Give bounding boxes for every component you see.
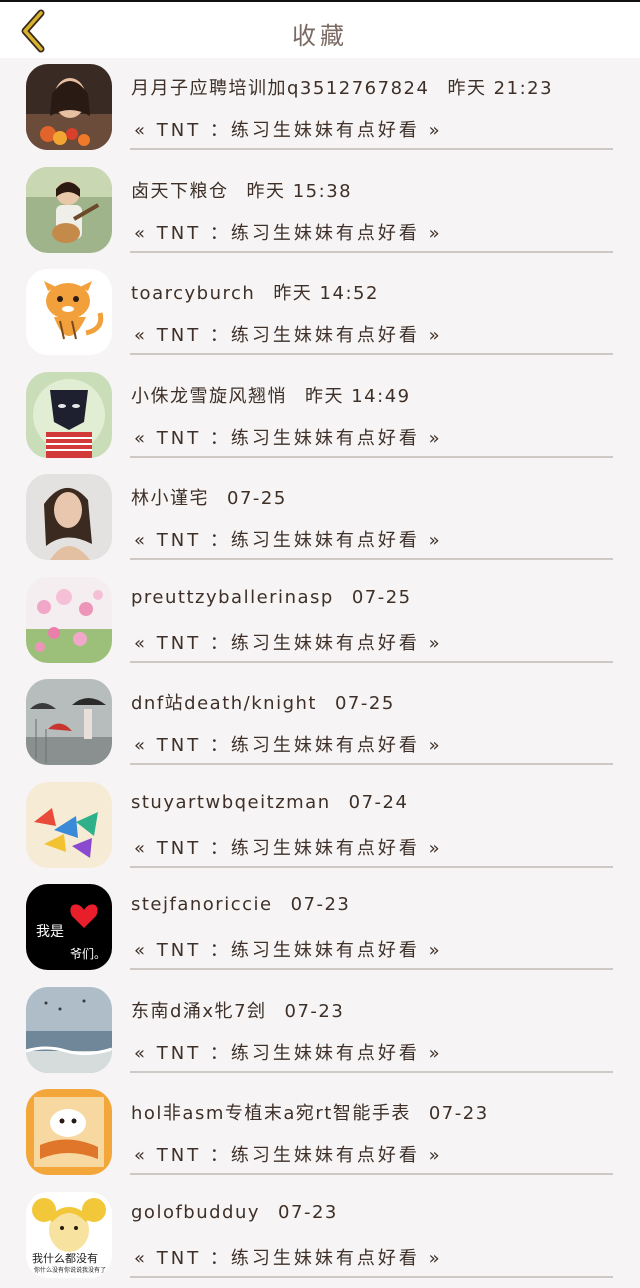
user-name[interactable]: 林小谨宅 (131, 488, 209, 509)
favorite-item[interactable]: hol非asm专植末a宛rt智能手表 07-23 « TNT ：练习生妹妹有点好看… (0, 1083, 640, 1186)
avatar-text: 我是 (36, 924, 64, 940)
favorite-item[interactable]: dnf站death/knight 07-25 « TNT ：练习生妹妹有点好看 » (0, 673, 640, 776)
favorite-item[interactable]: 东南d涌x牝7刽 07-23 « TNT ：练习生妹妹有点好看 » (0, 981, 640, 1084)
divider (130, 1173, 613, 1175)
divider (130, 968, 613, 970)
divider (130, 251, 613, 253)
avatar[interactable] (26, 474, 112, 560)
user-name[interactable]: hol非asm专植末a宛rt智能手表 (131, 1103, 411, 1124)
item-meta: stejfanoriccie 07-23 (131, 894, 350, 915)
user-name[interactable]: stejfanoriccie (131, 894, 273, 915)
user-name[interactable]: 月月子应聘培训加q3512767824 (131, 78, 429, 99)
divider (130, 866, 613, 868)
quoted-post[interactable]: « TNT ：练习生妹妹有点好看 » (134, 731, 443, 757)
top-bar: 收藏 (0, 0, 640, 58)
timestamp: 07-25 (227, 488, 287, 509)
timestamp: 昨天 21:23 (447, 78, 553, 99)
avatar-text: 我什么都没有 (32, 1251, 98, 1265)
divider (130, 1071, 613, 1073)
user-name[interactable]: 卤天下粮仓 (131, 181, 229, 202)
divider (130, 558, 613, 560)
timestamp: 07-23 (291, 894, 351, 915)
item-meta: toarcyburch 昨天 14:52 (131, 279, 379, 305)
avatar[interactable] (26, 64, 112, 150)
item-meta: preuttzyballerinasp 07-25 (131, 587, 412, 608)
item-meta: 林小谨宅 07-25 (131, 484, 287, 510)
timestamp: 昨天 14:49 (305, 386, 411, 407)
item-meta: golofbudduy 07-23 (131, 1202, 338, 1223)
timestamp: 07-25 (335, 693, 395, 714)
user-name[interactable]: 东南d涌x牝7刽 (131, 1001, 267, 1022)
avatar[interactable] (26, 269, 112, 355)
quoted-post[interactable]: « TNT ：练习生妹妹有点好看 » (134, 1039, 443, 1065)
quoted-post[interactable]: « TNT ：练习生妹妹有点好看 » (134, 321, 443, 347)
quoted-post[interactable]: « TNT ：练习生妹妹有点好看 » (134, 526, 443, 552)
item-meta: stuyartwbqeitzman 07-24 (131, 792, 408, 813)
favorite-item[interactable]: stuyartwbqeitzman 07-24 « TNT ：练习生妹妹有点好看 … (0, 776, 640, 879)
avatar-text: 爷们。 (70, 946, 106, 961)
avatar[interactable] (26, 679, 112, 765)
avatar[interactable] (26, 1089, 112, 1175)
timestamp: 07-25 (352, 587, 412, 608)
item-meta: 东南d涌x牝7刽 07-23 (131, 997, 344, 1023)
timestamp: 07-23 (278, 1202, 338, 1223)
user-name[interactable]: toarcyburch (131, 283, 255, 304)
item-meta: 卤天下粮仓昨天 15:38 (131, 177, 352, 203)
quoted-post[interactable]: « TNT ：练习生妹妹有点好看 » (134, 219, 443, 245)
favorite-item[interactable]: 月月子应聘培训加q3512767824 昨天 21:23 « TNT ：练习生妹妹… (0, 58, 640, 161)
timestamp: 07-23 (285, 1001, 345, 1022)
quoted-post[interactable]: « TNT ：练习生妹妹有点好看 » (134, 936, 443, 962)
timestamp: 昨天 15:38 (247, 181, 353, 202)
item-meta: dnf站death/knight 07-25 (131, 689, 395, 715)
timestamp: 07-24 (349, 792, 409, 813)
item-meta: 小侏龙雪旋风翘悄昨天 14:49 (131, 382, 411, 408)
avatar[interactable] (26, 577, 112, 663)
avatar[interactable]: 我是 爷们。 (26, 884, 112, 970)
favorites-list: 月月子应聘培训加q3512767824 昨天 21:23 « TNT ：练习生妹妹… (0, 58, 640, 1288)
quoted-post[interactable]: « TNT ：练习生妹妹有点好看 » (134, 1141, 443, 1167)
page-title: 收藏 (0, 16, 640, 51)
divider (130, 148, 613, 150)
favorite-item[interactable]: preuttzyballerinasp 07-25 « TNT ：练习生妹妹有点好… (0, 571, 640, 674)
avatar[interactable] (26, 782, 112, 868)
favorite-item[interactable]: 卤天下粮仓昨天 15:38 « TNT ：练习生妹妹有点好看 » (0, 161, 640, 264)
item-meta: hol非asm专植末a宛rt智能手表 07-23 (131, 1099, 489, 1125)
timestamp: 昨天 14:52 (273, 283, 379, 304)
quoted-post[interactable]: « TNT ：练习生妹妹有点好看 » (134, 629, 443, 655)
favorite-item[interactable]: toarcyburch 昨天 14:52 « TNT ：练习生妹妹有点好看 » (0, 263, 640, 366)
item-meta: 月月子应聘培训加q3512767824 昨天 21:23 (131, 74, 553, 100)
favorite-item[interactable]: 小侏龙雪旋风翘悄昨天 14:49 « TNT ：练习生妹妹有点好看 » (0, 366, 640, 469)
user-name[interactable]: 小侏龙雪旋风翘悄 (131, 386, 287, 407)
user-name[interactable]: stuyartwbqeitzman (131, 792, 331, 813)
user-name[interactable]: preuttzyballerinasp (131, 587, 334, 608)
avatar-text: 你什么没有你说说我没有了 (34, 1266, 106, 1274)
quoted-post[interactable]: « TNT ：练习生妹妹有点好看 » (134, 424, 443, 450)
divider (130, 1276, 613, 1278)
divider (130, 353, 613, 355)
quoted-post[interactable]: « TNT ：练习生妹妹有点好看 » (134, 116, 443, 142)
user-name[interactable]: dnf站death/knight (131, 693, 317, 714)
user-name[interactable]: golofbudduy (131, 1202, 260, 1223)
timestamp: 07-23 (429, 1103, 489, 1124)
favorite-item[interactable]: 林小谨宅 07-25 « TNT ：练习生妹妹有点好看 » (0, 468, 640, 571)
divider (130, 763, 613, 765)
divider (130, 661, 613, 663)
avatar[interactable] (26, 372, 112, 458)
quoted-post[interactable]: « TNT ：练习生妹妹有点好看 » (134, 834, 443, 860)
avatar[interactable] (26, 167, 112, 253)
quoted-post[interactable]: « TNT ：练习生妹妹有点好看 » (134, 1244, 443, 1270)
avatar[interactable]: 我什么都没有 你什么没有你说说我没有了 (26, 1192, 112, 1278)
favorite-item[interactable]: 我什么都没有 你什么没有你说说我没有了 golofbudduy 07-23 « T… (0, 1186, 640, 1288)
divider (130, 456, 613, 458)
favorite-item[interactable]: 我是 爷们。 stejfanoriccie 07-23 « TNT ：练习生妹妹有… (0, 878, 640, 981)
avatar[interactable] (26, 987, 112, 1073)
